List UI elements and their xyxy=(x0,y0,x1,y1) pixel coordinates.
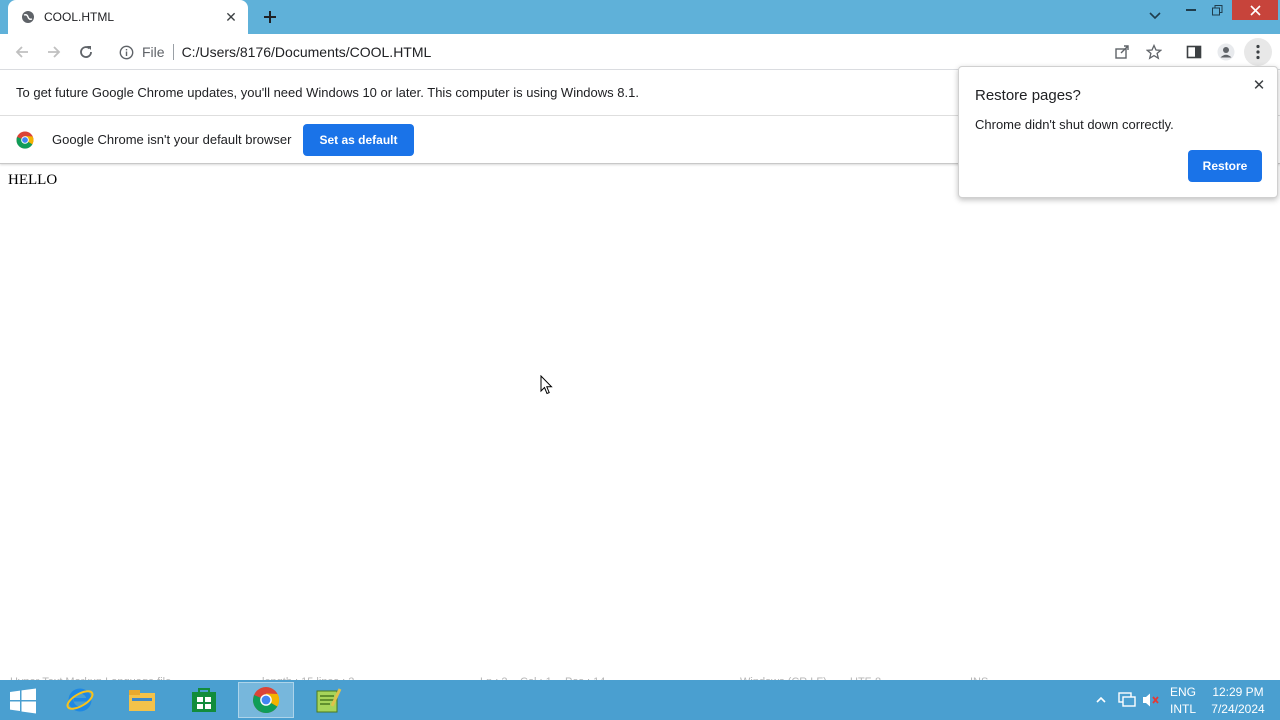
address-bar[interactable]: File C:/Users/8176/Documents/COOL.HTML xyxy=(110,38,1100,66)
clock-date: 7/24/2024 xyxy=(1211,702,1265,716)
input-language-indicator[interactable]: ENG INTL xyxy=(1166,684,1200,718)
side-panel-icon[interactable] xyxy=(1180,38,1208,66)
start-button[interactable] xyxy=(8,688,38,714)
minimize-button[interactable] xyxy=(1180,0,1202,20)
back-button[interactable] xyxy=(8,38,36,66)
globe-icon xyxy=(20,9,36,25)
close-window-button[interactable] xyxy=(1232,0,1278,20)
browser-toolbar: File C:/Users/8176/Documents/COOL.HTML xyxy=(0,34,1280,70)
set-as-default-button[interactable]: Set as default xyxy=(303,123,414,156)
mouse-cursor-icon xyxy=(540,374,554,395)
url-separator xyxy=(172,44,174,60)
new-tab-button[interactable] xyxy=(258,5,282,29)
url-text[interactable]: C:/Users/8176/Documents/COOL.HTML xyxy=(182,44,432,60)
reload-button[interactable] xyxy=(72,38,100,66)
restore-button[interactable]: Restore xyxy=(1188,150,1262,182)
show-hidden-icons-icon[interactable] xyxy=(1096,680,1106,720)
default-browser-message: Google Chrome isn't your default browser xyxy=(52,132,292,147)
menu-kebab-icon[interactable] xyxy=(1244,38,1272,66)
internet-explorer-icon[interactable] xyxy=(52,682,108,718)
url-scheme: File xyxy=(142,44,165,60)
notepad-plus-plus-icon[interactable] xyxy=(300,682,356,718)
keyboard-layout: INTL xyxy=(1169,702,1196,716)
share-icon[interactable] xyxy=(1108,38,1136,66)
tab-strip: COOL.HTML ✕ xyxy=(0,0,1280,34)
store-icon[interactable] xyxy=(176,682,232,718)
restore-pages-dialog: Restore pages? Chrome didn't shut down c… xyxy=(958,66,1278,198)
restore-window-button[interactable] xyxy=(1206,0,1228,20)
page-content-text: HELLO xyxy=(8,172,58,188)
chrome-logo-icon xyxy=(16,131,34,149)
language-code: ENG xyxy=(1169,685,1196,699)
forward-button[interactable] xyxy=(40,38,68,66)
network-icon[interactable] xyxy=(1118,680,1136,720)
restore-dialog-title: Restore pages? xyxy=(975,87,1081,104)
bookmark-star-icon[interactable] xyxy=(1140,38,1168,66)
tab-close-icon[interactable]: ✕ xyxy=(222,8,240,26)
volume-muted-icon[interactable] xyxy=(1142,680,1160,720)
tab-title: COOL.HTML xyxy=(44,10,115,24)
close-icon[interactable]: ✕ xyxy=(1249,75,1269,95)
restore-dialog-message: Chrome didn't shut down correctly. xyxy=(975,117,1174,132)
clock[interactable]: 12:29 PM 7/24/2024 xyxy=(1204,684,1272,718)
update-message: To get future Google Chrome updates, you… xyxy=(16,85,639,100)
chrome-icon[interactable] xyxy=(238,682,294,718)
file-explorer-icon[interactable] xyxy=(114,682,170,718)
clock-time: 12:29 PM xyxy=(1212,685,1264,699)
tab-search-chevron-icon[interactable] xyxy=(1144,6,1166,26)
windows-taskbar: ENG INTL 12:29 PM 7/24/2024 xyxy=(0,680,1280,720)
profile-avatar-icon[interactable] xyxy=(1212,38,1240,66)
tab-cool-html[interactable]: COOL.HTML ✕ xyxy=(8,0,248,34)
info-icon[interactable] xyxy=(118,44,134,60)
